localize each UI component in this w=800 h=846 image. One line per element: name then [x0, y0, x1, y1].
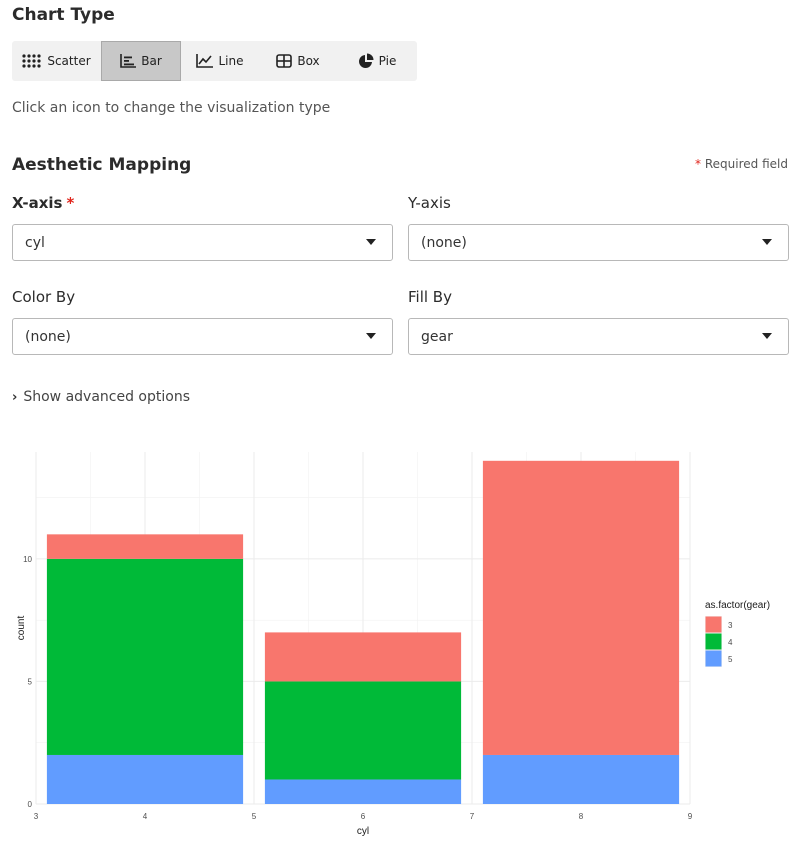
y-tick-label: 0 — [28, 800, 33, 809]
bar-segment-gear-4 — [264, 681, 462, 780]
show-advanced-options-toggle[interactable]: › Show advanced options — [12, 389, 190, 405]
chart-type-hint: Click an icon to change the visualizatio… — [12, 100, 331, 116]
chart-type-toolbar: Scatter Bar Line Box Pie — [12, 41, 417, 81]
line-chart-icon — [196, 54, 214, 68]
x-axis-title: cyl — [357, 826, 369, 837]
line-button-label: Line — [218, 54, 244, 68]
bar-segment-gear-5 — [264, 779, 462, 804]
required-field-note: * Required field — [695, 157, 788, 171]
x-tick-label: 3 — [34, 812, 39, 821]
bar-chart-icon — [120, 54, 137, 68]
scatter-icon — [22, 54, 41, 68]
y-tick-label: 5 — [28, 677, 33, 686]
legend-key-4 — [705, 633, 722, 650]
scatter-button[interactable]: Scatter — [12, 41, 101, 81]
chart-type-title: Chart Type — [12, 5, 115, 25]
legend-label: 5 — [728, 655, 733, 664]
x-tick-label: 5 — [252, 812, 257, 821]
x-axis-label: X-axis * — [12, 194, 74, 212]
y-axis-value: (none) — [421, 234, 467, 251]
bar-button-label: Bar — [141, 54, 162, 68]
chevron-down-icon — [762, 239, 772, 245]
x-axis-required-star: * — [66, 194, 75, 212]
bar-segment-gear-5 — [482, 754, 680, 804]
chevron-down-icon — [366, 333, 376, 339]
y-axis-title: count — [16, 616, 27, 641]
legend-label: 3 — [728, 621, 733, 630]
scatter-button-label: Scatter — [47, 54, 91, 68]
aesthetic-mapping-title: Aesthetic Mapping — [12, 155, 192, 175]
box-plot-icon — [276, 54, 293, 68]
bar-segment-gear-3 — [264, 632, 462, 682]
bar-chart-plot: 3 4 5 6 7 8 9 0 5 10 cyl count as.factor(gear) 3 4 5 — [16, 452, 770, 837]
fill-by-label: Fill By — [408, 288, 452, 306]
color-by-select[interactable]: (none) — [12, 318, 393, 355]
show-advanced-options-label: Show advanced options — [23, 389, 190, 405]
pie-chart-icon — [358, 53, 374, 68]
x-axis-value: cyl — [25, 234, 45, 251]
bar-button[interactable]: Bar — [101, 41, 181, 81]
chevron-right-icon: › — [12, 389, 18, 405]
chevron-down-icon — [762, 333, 772, 339]
bar-segment-gear-3 — [46, 534, 244, 559]
y-tick-label: 10 — [23, 555, 32, 564]
required-note-text: Required field — [704, 157, 788, 171]
color-by-label: Color By — [12, 288, 76, 306]
bar-segment-gear-3 — [482, 460, 680, 755]
fill-by-select[interactable]: gear — [408, 318, 789, 355]
y-axis-label: Y-axis — [408, 194, 451, 212]
chevron-down-icon — [366, 239, 376, 245]
box-button-label: Box — [297, 54, 320, 68]
x-tick-label: 7 — [470, 812, 475, 821]
color-by-value: (none) — [25, 328, 71, 345]
box-button[interactable]: Box — [259, 41, 337, 81]
y-axis-select[interactable]: (none) — [408, 224, 789, 261]
line-button[interactable]: Line — [181, 41, 259, 81]
legend-title: as.factor(gear) — [705, 600, 770, 611]
legend-key-5 — [705, 650, 722, 667]
pie-button-label: Pie — [378, 54, 397, 68]
bar-segment-gear-5 — [46, 754, 244, 804]
x-tick-label: 4 — [143, 812, 148, 821]
fill-by-value: gear — [421, 328, 453, 345]
x-tick-label: 6 — [361, 812, 366, 821]
x-tick-label: 8 — [579, 812, 584, 821]
bar-segment-gear-4 — [46, 558, 244, 755]
x-tick-label: 9 — [688, 812, 693, 821]
legend-label: 4 — [728, 638, 733, 647]
required-star: * — [695, 157, 702, 171]
legend-key-3 — [705, 616, 722, 633]
x-axis-select[interactable]: cyl — [12, 224, 393, 261]
x-axis-label-text: X-axis — [12, 194, 63, 212]
pie-button[interactable]: Pie — [337, 41, 417, 81]
